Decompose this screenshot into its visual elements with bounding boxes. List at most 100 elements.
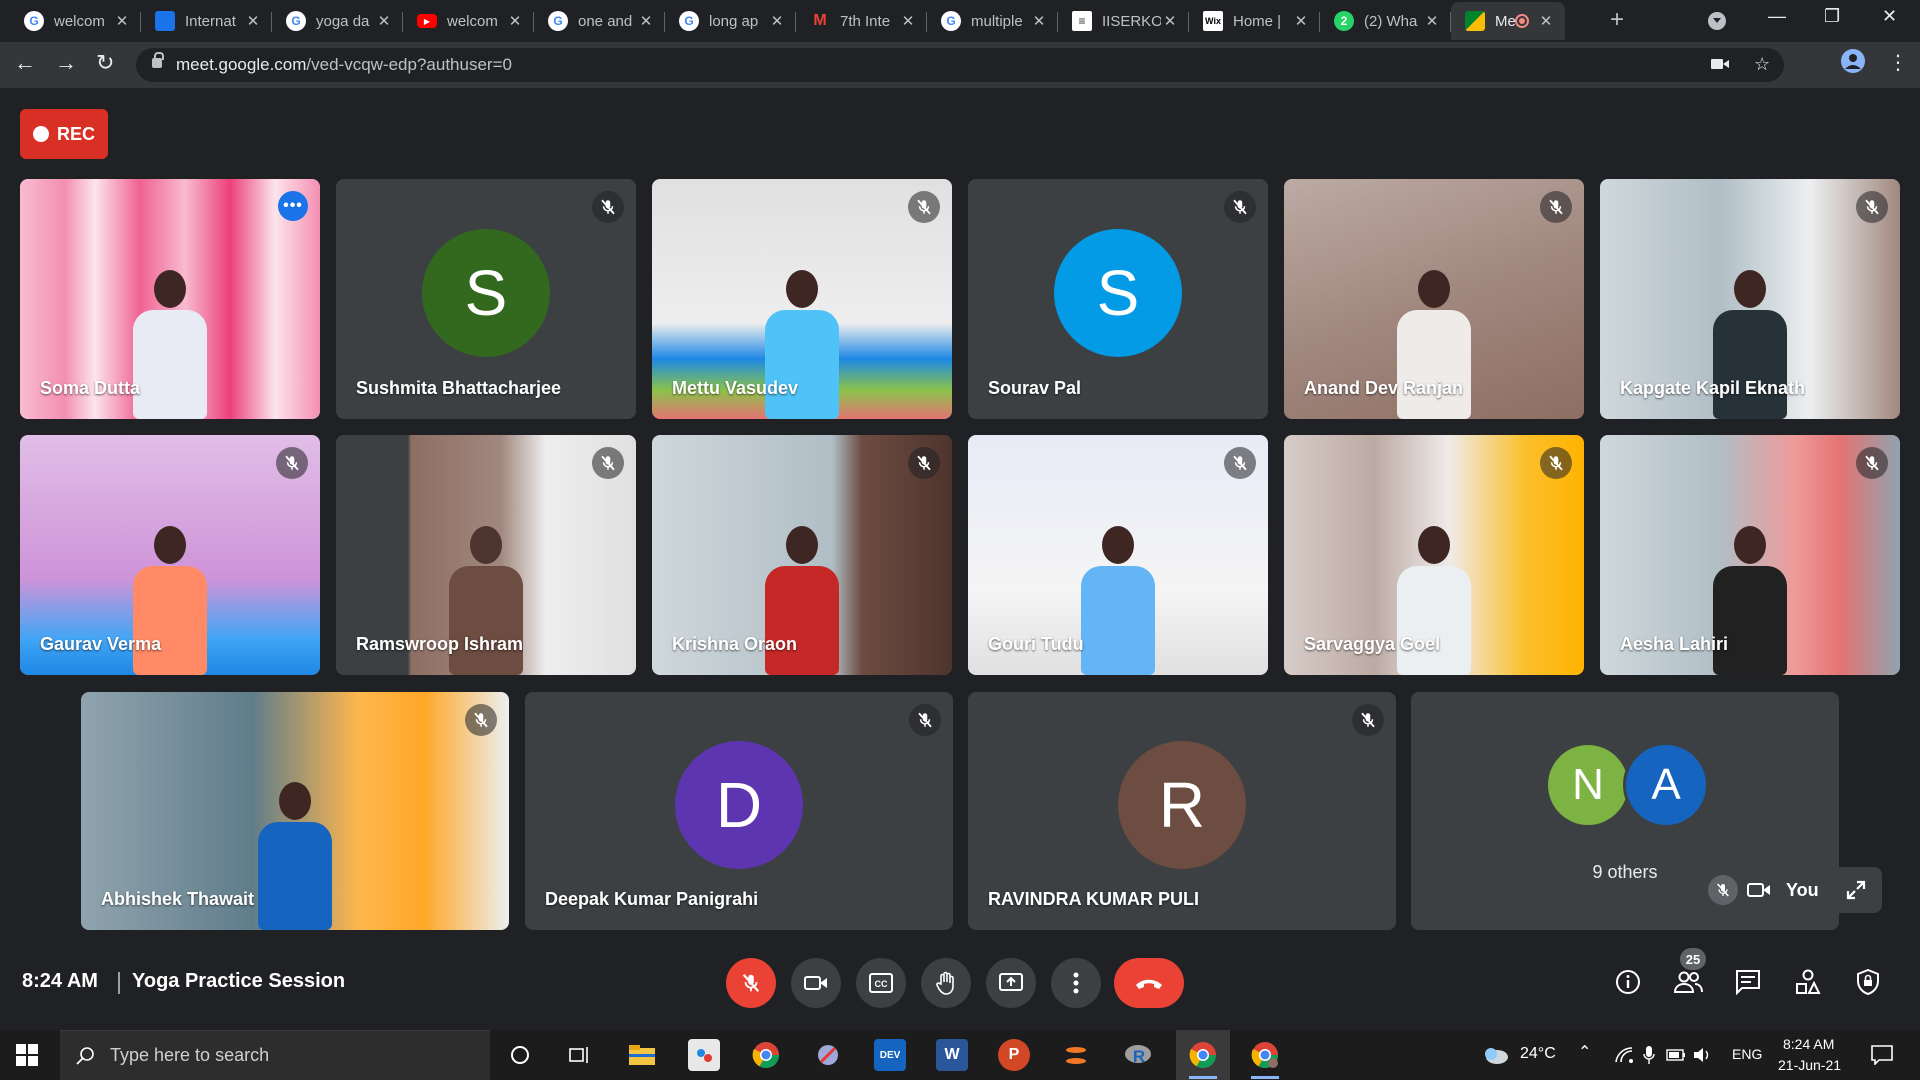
mic-toggle-button[interactable]: [726, 958, 776, 1008]
taskbar-search-box[interactable]: Type here to search: [60, 1030, 490, 1080]
browser-tab[interactable]: 2 (2) Wha ✕: [1320, 2, 1451, 40]
chevron-up-icon[interactable]: ⌃: [1578, 1042, 1591, 1062]
tab-close-icon[interactable]: ✕: [506, 12, 524, 30]
tab-search-icon[interactable]: [1708, 12, 1726, 30]
paint-app-icon[interactable]: [688, 1039, 720, 1071]
google-icon: G: [679, 11, 699, 31]
tab-close-icon[interactable]: ✕: [1161, 12, 1179, 30]
weather-cloud-icon[interactable]: [1480, 1039, 1512, 1071]
camera-toggle-button[interactable]: [791, 958, 841, 1008]
close-window-button[interactable]: ✕: [1882, 6, 1897, 27]
task-view-icon[interactable]: [564, 1039, 596, 1071]
tab-close-icon[interactable]: ✕: [244, 12, 262, 30]
participant-tile[interactable]: Mettu Vasudev: [652, 179, 952, 419]
taskbar-clock-time[interactable]: 8:24 AM: [1783, 1036, 1834, 1052]
powerpoint-icon[interactable]: P: [998, 1039, 1030, 1071]
dev-cpp-icon[interactable]: DEV: [874, 1039, 906, 1071]
participant-tile[interactable]: ••• Soma Dutta: [20, 179, 320, 419]
word-icon[interactable]: W: [936, 1039, 968, 1071]
participant-tile[interactable]: Krishna Oraon: [652, 435, 952, 675]
address-bar[interactable]: meet.google.com/ved-vcqw-edp?authuser=0 …: [136, 48, 1784, 82]
cortana-icon[interactable]: [504, 1039, 536, 1071]
browser-tab[interactable]: Gwelcom ✕: [10, 2, 141, 40]
browser-tab[interactable]: Gyoga da ✕: [272, 2, 403, 40]
windows-start-icon[interactable]: [16, 1044, 38, 1066]
participant-tile[interactable]: Aesha Lahiri: [1600, 435, 1900, 675]
tab-close-icon[interactable]: ✕: [768, 12, 786, 30]
participant-tile[interactable]: S Sourav Pal: [968, 179, 1268, 419]
more-options-button[interactable]: [1051, 958, 1101, 1008]
participant-tile[interactable]: R RAVINDRA KUMAR PULI: [968, 692, 1396, 930]
tab-close-icon[interactable]: ✕: [1030, 12, 1048, 30]
taskbar-clock-date[interactable]: 21-Jun-21: [1778, 1057, 1841, 1073]
tab-close-icon[interactable]: ✕: [637, 12, 655, 30]
self-mic-off-icon[interactable]: [1708, 875, 1738, 905]
browser-tab[interactable]: ≡ IISERKO ✕: [1058, 2, 1189, 40]
lock-icon[interactable]: [152, 52, 164, 68]
participant-tile[interactable]: Sarvaggya Goel: [1284, 435, 1584, 675]
forward-button[interactable]: →: [55, 50, 77, 76]
browser-tab[interactable]: Gone and ✕: [534, 2, 665, 40]
url-text[interactable]: meet.google.com/ved-vcqw-edp?authuser=0: [176, 55, 512, 75]
snipping-tool-icon[interactable]: [812, 1039, 844, 1071]
tab-close-icon[interactable]: ✕: [1292, 12, 1310, 30]
expand-icon[interactable]: [1841, 875, 1871, 905]
participant-figure: [1073, 526, 1163, 675]
reload-button[interactable]: ↻: [96, 50, 114, 76]
participant-tile[interactable]: S Sushmita Bhattacharjee: [336, 179, 636, 419]
participant-tile[interactable]: Gouri Tudu: [968, 435, 1268, 675]
language-indicator[interactable]: ENG: [1732, 1046, 1762, 1062]
jupyter-icon[interactable]: [1060, 1039, 1092, 1071]
tab-close-icon[interactable]: ✕: [375, 12, 393, 30]
new-tab-button[interactable]: +: [1610, 6, 1624, 34]
self-camera-icon[interactable]: [1744, 875, 1774, 905]
leave-call-button[interactable]: [1114, 958, 1184, 1008]
participant-tile[interactable]: Gaurav Verma: [20, 435, 320, 675]
profile-avatar[interactable]: [1840, 48, 1866, 80]
file-explorer-icon[interactable]: [626, 1039, 658, 1071]
participant-name: Gouri Tudu: [988, 634, 1084, 654]
minimize-button[interactable]: —: [1768, 6, 1786, 27]
tab-close-icon[interactable]: ✕: [1423, 12, 1441, 30]
tab-close-icon[interactable]: ✕: [113, 12, 131, 30]
star-icon[interactable]: ☆: [1754, 54, 1770, 75]
speaker-icon[interactable]: [1686, 1039, 1718, 1071]
tab-close-icon[interactable]: ✕: [1537, 12, 1555, 30]
browser-tab[interactable]: Me ✕: [1451, 2, 1565, 40]
r-app-icon[interactable]: R: [1122, 1039, 1154, 1071]
browser-tab[interactable]: Internat ✕: [141, 2, 272, 40]
others-avatar: A: [1623, 742, 1709, 828]
browser-tab[interactable]: M 7th Inte ✕: [796, 2, 927, 40]
browser-menu-icon[interactable]: ⋮: [1888, 50, 1908, 75]
host-controls-button[interactable]: [1848, 962, 1888, 1002]
tab-close-icon[interactable]: ✕: [899, 12, 917, 30]
chrome-icon[interactable]: [750, 1039, 782, 1071]
browser-tab[interactable]: Wix Home | ✕: [1189, 2, 1320, 40]
participant-tile[interactable]: Ramswroop Ishram: [336, 435, 636, 675]
weather-temp[interactable]: 24°C: [1520, 1045, 1556, 1063]
browser-tab[interactable]: Gmultiple ✕: [927, 2, 1058, 40]
participant-name: Aesha Lahiri: [1620, 634, 1729, 654]
present-button[interactable]: [986, 958, 1036, 1008]
activities-button[interactable]: [1788, 962, 1828, 1002]
raise-hand-button[interactable]: [921, 958, 971, 1008]
more-options-icon[interactable]: •••: [278, 191, 308, 221]
browser-tab[interactable]: ▶ welcom ✕: [403, 2, 534, 40]
chat-button[interactable]: [1728, 962, 1768, 1002]
meeting-details-button[interactable]: [1608, 962, 1648, 1002]
participant-tile[interactable]: Kapgate Kapil Eknath: [1600, 179, 1900, 419]
chrome-active-icon[interactable]: [1187, 1039, 1219, 1079]
camera-in-use-icon[interactable]: [1710, 56, 1730, 77]
wix-icon: Wix: [1203, 11, 1223, 31]
participant-tile[interactable]: D Deepak Kumar Panigrahi: [525, 692, 953, 930]
restore-button[interactable]: ❐: [1824, 6, 1840, 27]
notifications-icon[interactable]: [1866, 1039, 1898, 1071]
participant-tile[interactable]: Anand Dev Ranjan: [1284, 179, 1584, 419]
participant-name: Sushmita Bhattacharjee: [356, 378, 562, 398]
chrome-profile-icon[interactable]: [1249, 1039, 1281, 1079]
participant-tile[interactable]: Abhishek Thawait: [81, 692, 509, 930]
browser-tab[interactable]: Glong ap ✕: [665, 2, 796, 40]
self-view-tile[interactable]: You: [1700, 867, 1882, 913]
back-button[interactable]: ←: [14, 50, 36, 76]
captions-button[interactable]: CC: [856, 958, 906, 1008]
